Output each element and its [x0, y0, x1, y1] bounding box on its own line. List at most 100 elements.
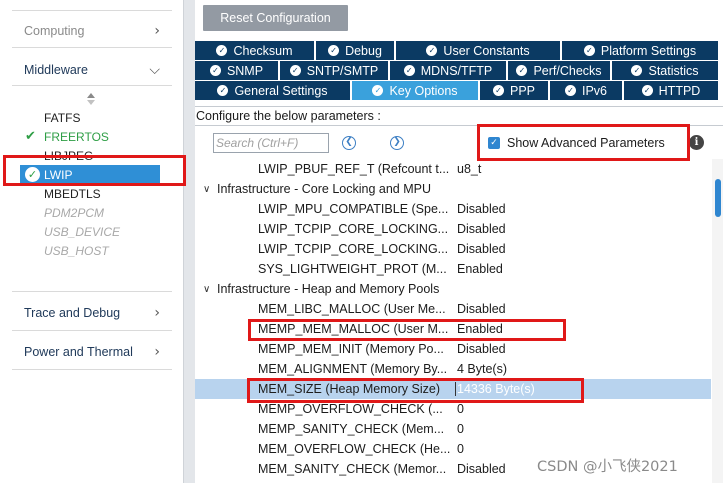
scrollbar-thumb[interactable]: [715, 179, 721, 217]
param-name: LWIP_TCPIP_CORE_LOCKING...: [258, 222, 449, 236]
configuration-panel: Reset Configuration ✓ Checksum ✓ Debug ✓ User…: [195, 0, 723, 483]
category-trace-and-debug-label: Trace and Debug: [24, 306, 121, 320]
param-group[interactable]: ∨ Infrastructure - Heap and Memory Pools: [195, 279, 711, 299]
check-circle-icon: ✓: [564, 85, 576, 96]
search-input[interactable]: [216, 135, 328, 151]
tab-mdns-tftp[interactable]: ✓ MDNS/TFTP: [390, 61, 508, 80]
check-circle-icon: ✓: [492, 85, 504, 96]
tab-ipv6[interactable]: ✓ IPv6: [550, 81, 624, 100]
middleware-item-libjpeg[interactable]: LIBJPEG: [20, 146, 160, 165]
collapse-icon[interactable]: ∨: [203, 284, 217, 295]
param-name: MEMP_OVERFLOW_CHECK (...: [258, 402, 443, 416]
param-row[interactable]: LWIP_TCPIP_CORE_LOCKING... Disabled: [195, 239, 711, 259]
panel-splitter[interactable]: [183, 0, 195, 483]
chevron-right-icon: ›: [154, 23, 160, 39]
category-computing[interactable]: Computing ›: [12, 20, 172, 42]
param-value: Enabled: [457, 322, 503, 336]
middleware-item-freertos[interactable]: ✔ FREERTOS: [20, 127, 160, 146]
chevron-right-icon: ›: [154, 344, 160, 360]
category-power-and-thermal[interactable]: Power and Thermal ›: [12, 341, 172, 363]
divider: [12, 291, 172, 292]
param-value: 0: [457, 402, 464, 416]
param-value: u8_t: [457, 162, 482, 176]
param-name: MEM_ALIGNMENT (Memory By...: [258, 362, 448, 376]
param-name: MEM_OVERFLOW_CHECK (He...: [258, 442, 450, 456]
collapse-icon[interactable]: ∨: [203, 184, 217, 195]
search-field[interactable]: [213, 133, 329, 153]
tab-perf-checks[interactable]: ✓ Perf/Checks: [508, 61, 612, 80]
param-row[interactable]: MEMP_MEM_MALLOC (User M... Enabled: [195, 319, 711, 339]
check-circle-icon: ✓: [426, 45, 438, 56]
param-name: MEMP_MEM_MALLOC (User M...: [258, 322, 449, 336]
tab-key-options[interactable]: ✓ Key Options: [352, 81, 480, 100]
search-prev-icon[interactable]: ❮: [342, 136, 356, 150]
param-row[interactable]: LWIP_PBUF_REF_T (Refcount t... u8_t: [195, 159, 711, 179]
param-row[interactable]: MEMP_MEM_INIT (Memory Po... Disabled: [195, 339, 711, 359]
search-next-icon[interactable]: ❯: [390, 136, 404, 150]
middleware-item-usb-device[interactable]: USB_DEVICE: [20, 222, 160, 241]
show-advanced-toggle[interactable]: ✓ Show Advanced Parameters: [488, 133, 688, 153]
category-trace-and-debug[interactable]: Trace and Debug ›: [12, 302, 172, 324]
check-circle-icon: ✓: [25, 167, 40, 182]
check-circle-icon: ✓: [641, 85, 653, 96]
param-name: MEMP_SANITY_CHECK (Mem...: [258, 422, 445, 436]
param-row[interactable]: LWIP_MPU_COMPATIBLE (Spe... Disabled: [195, 199, 711, 219]
param-name: LWIP_TCPIP_CORE_LOCKING...: [258, 242, 449, 256]
param-value: 0: [457, 442, 464, 456]
check-circle-icon: ✓: [372, 85, 384, 96]
tab-sntp-smtp[interactable]: ✓ SNTP/SMTP: [280, 61, 390, 80]
check-icon: ✔: [25, 129, 36, 144]
param-name: LWIP_MPU_COMPATIBLE (Spe...: [258, 202, 449, 216]
tab-httpd[interactable]: ✓ HTTPD: [624, 81, 720, 100]
configure-header: Configure the below parameters :: [195, 106, 723, 126]
text-cursor: [455, 382, 456, 396]
param-row[interactable]: MEMP_OVERFLOW_CHECK (... 0: [195, 399, 711, 419]
tab-label: Platform Settings: [600, 43, 697, 58]
vertical-scrollbar[interactable]: [712, 159, 723, 483]
tab-label: MDNS/TFTP: [420, 63, 493, 78]
param-group-label: Infrastructure - Heap and Memory Pools: [217, 282, 440, 296]
param-value[interactable]: 14336 Byte(s): [457, 382, 535, 396]
tab-ppp[interactable]: ✓ PPP: [480, 81, 550, 100]
tab-platform-settings[interactable]: ✓ Platform Settings: [562, 41, 720, 60]
middleware-item-lwip[interactable]: ✓ LWIP: [20, 165, 160, 184]
sort-icon[interactable]: [87, 93, 95, 105]
tab-user-constants[interactable]: ✓ User Constants: [396, 41, 562, 60]
param-row[interactable]: MEM_ALIGNMENT (Memory By... 4 Byte(s): [195, 359, 711, 379]
tab-label: HTTPD: [658, 83, 701, 98]
middleware-item-pdm2pcm[interactable]: PDM2PCM: [20, 203, 160, 222]
tab-label: User Constants: [443, 43, 530, 58]
watermark: CSDN @小飞侠2021: [537, 459, 678, 475]
param-row[interactable]: MEMP_SANITY_CHECK (Mem... 0: [195, 419, 711, 439]
middleware-item-mbedtls[interactable]: MBEDTLS: [20, 184, 160, 203]
param-group[interactable]: ∨ Infrastructure - Core Locking and MPU: [195, 179, 711, 199]
chevron-right-icon: ›: [154, 305, 160, 321]
param-value: Disabled: [457, 242, 506, 256]
param-value: 0: [457, 422, 464, 436]
parameter-tree: LWIP_PBUF_REF_T (Refcount t... u8_t ∨ Infra…: [195, 159, 713, 483]
info-icon[interactable]: i: [689, 135, 704, 150]
tab-debug[interactable]: ✓ Debug: [316, 41, 396, 60]
param-row[interactable]: LWIP_TCPIP_CORE_LOCKING... Disabled: [195, 219, 711, 239]
param-name: MEMP_MEM_INIT (Memory Po...: [258, 342, 444, 356]
reset-configuration-button[interactable]: Reset Configuration: [203, 5, 348, 31]
divider: [12, 85, 172, 86]
tab-checksum[interactable]: ✓ Checksum: [195, 41, 316, 60]
middleware-item-fatfs[interactable]: FATFS: [20, 108, 160, 127]
tab-snmp[interactable]: ✓ SNMP: [195, 61, 280, 80]
category-computing-label: Computing: [24, 24, 85, 38]
tab-label: PPP: [509, 83, 535, 98]
check-circle-icon: ✓: [328, 45, 340, 56]
middleware-item-usb-host[interactable]: USB_HOST: [20, 241, 160, 260]
param-row[interactable]: SYS_LIGHTWEIGHT_PROT (M... Enabled: [195, 259, 711, 279]
tab-general-settings[interactable]: ✓ General Settings: [195, 81, 352, 100]
checkbox-checked-icon[interactable]: ✓: [488, 137, 500, 149]
tab-label: Key Options: [389, 83, 458, 98]
param-row[interactable]: MEM_LIBC_MALLOC (User Me... Disabled: [195, 299, 711, 319]
check-circle-icon: ✓: [216, 45, 228, 56]
param-row[interactable]: MEM_SIZE (Heap Memory Size) 14336 Byte(s): [195, 379, 711, 399]
tab-label: IPv6: [581, 83, 607, 98]
tab-statistics[interactable]: ✓ Statistics: [612, 61, 720, 80]
category-middleware[interactable]: Middleware ⌵: [12, 59, 172, 81]
divider: [12, 47, 172, 48]
